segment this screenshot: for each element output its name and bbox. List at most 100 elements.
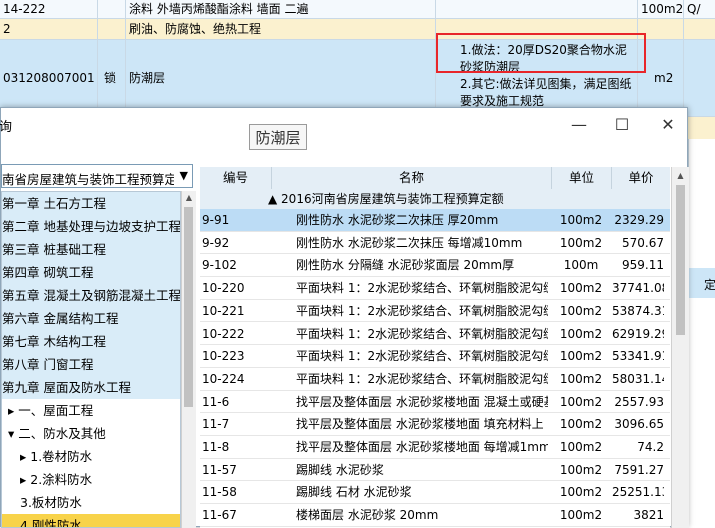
cell-code: 9-91 — [202, 213, 230, 227]
table-row[interactable]: 11-6 找平层及整体面层 水泥砂浆楼地面 混凝土或硬基 100m2 2557.93 — [200, 390, 670, 414]
bg-row-1-name: 涂料 外墙丙烯酸酯涂料 墙面 二遍 — [126, 0, 436, 18]
cell-unit: 100m2 — [559, 485, 603, 500]
cell-code: 10-220 — [202, 281, 245, 296]
cell-price: 37741.08 — [612, 281, 664, 296]
cell-name: 平面块料 1：2水泥砂浆结合、环氧树脂胶泥勾缝 — [296, 326, 548, 341]
cell-unit: 100m2 — [559, 326, 603, 341]
chapter-tree-scrollbar[interactable]: ▲ — [181, 191, 196, 528]
cell-name: 找平层及整体面层 水泥砂浆楼地面 混凝土或硬基 — [296, 394, 548, 409]
cell-code: 9-92 — [202, 235, 230, 250]
dialog-title: 询 — [0, 120, 13, 135]
header-price[interactable]: 单价 — [612, 167, 670, 189]
cell-name: 平面块料 1：2水泥砂浆结合、环氧树脂胶泥勾缝 — [296, 371, 548, 386]
cell-code: 11-58 — [202, 485, 237, 500]
cell-name: 踢脚线 水泥砂浆 — [296, 462, 384, 477]
cell-code: 10-224 — [202, 371, 245, 386]
table-row[interactable]: 10-221 平面块料 1：2水泥砂浆结合、环氧树脂胶泥勾缝 100m2 53874.… — [200, 299, 670, 323]
tree-item[interactable]: 4.刚性防水 — [2, 514, 180, 527]
bg-row-2-qty — [684, 19, 715, 39]
tree-item[interactable]: 第一章 土石方工程 — [2, 192, 180, 215]
table-row[interactable]: 10-220 平面块料 1：2水泥砂浆结合、环氧树脂胶泥勾缝 100m2 37741.… — [200, 277, 670, 300]
tree-item[interactable]: ▸ 1.卷材防水 — [2, 445, 180, 468]
cell-price: 74.2 — [637, 440, 664, 454]
tree-item[interactable]: 第二章 地基处理与边坡支护工程 — [2, 215, 180, 238]
quota-library-select[interactable]: 南省房屋建筑与装饰工程预算定额 ▼ — [1, 164, 193, 188]
table-row[interactable]: 9-92 刚性防水 水泥砂浆二次抹压 每增减10mm 100m2 570.67 — [200, 231, 670, 255]
table-row[interactable]: 9-91 刚性防水 水泥砂浆二次抹压 厚20mm 100m2 2329.29 — [200, 209, 670, 232]
scroll-up-icon[interactable]: ▲ — [672, 167, 689, 184]
bg-row-1-desc — [436, 0, 638, 18]
tree-item[interactable]: 3.板材防水 — [2, 491, 180, 514]
search-term-box[interactable]: 防潮层 — [249, 124, 307, 150]
cell-price: 2329.29 — [614, 213, 664, 227]
scroll-thumb[interactable] — [184, 207, 193, 407]
cell-name: 楼梯面层 水泥砂浆 20mm — [296, 508, 439, 523]
cell-name: 平面块料 1：2水泥砂浆结合、环氧树脂胶泥勾缝 — [296, 281, 548, 296]
table-row[interactable]: 11-7 找平层及整体面层 水泥砂浆楼地面 填充材料上 20 100m2 3096.6… — [200, 413, 670, 436]
bg-row-2-name: 刷油、防腐蚀、绝热工程 — [126, 19, 436, 39]
quota-table: 编号 名称 单位 单价 ▲ 2016河南省房屋建筑与装饰工程预算定额 9-91 刚… — [200, 167, 689, 528]
bg-row-1-code: 14-222 — [0, 0, 98, 18]
bg-right-label: 定 — [704, 278, 715, 292]
minimize-icon[interactable]: — — [559, 112, 599, 138]
dialog-titlebar[interactable]: 询 — ☐ ✕ — [0, 108, 688, 142]
bg-row-3-qty — [684, 40, 715, 116]
table-row[interactable]: 11-8 找平层及整体面层 水泥砂浆楼地面 每增减1mm 100m2 74.2 — [200, 436, 670, 459]
table-row[interactable]: 11-58 踢脚线 石材 水泥砂浆 100m2 25251.13 — [200, 481, 670, 505]
cell-price: 25251.13 — [612, 485, 664, 500]
tree-item[interactable]: 第八章 门窗工程 — [2, 353, 180, 376]
cell-name: 刚性防水 分隔缝 水泥砂浆面层 20mm厚 — [296, 258, 515, 273]
scroll-up-icon[interactable]: ▲ — [182, 191, 196, 205]
table-scrollbar[interactable]: ▲ — [671, 167, 689, 528]
bg-row-1[interactable]: 14-222 涂料 外墙丙烯酸酯涂料 墙面 二遍 100m2 Q/ — [0, 0, 715, 19]
chevron-down-icon[interactable]: ▼ — [180, 169, 188, 182]
bg-row-2-code: 2 — [0, 19, 98, 39]
header-code[interactable]: 编号 — [200, 167, 272, 189]
tree-item[interactable]: ▾ 二、防水及其他 — [2, 422, 180, 445]
cell-price: 3821 — [633, 508, 664, 523]
table-row[interactable]: 9-102 刚性防水 分隔缝 水泥砂浆面层 20mm厚 100m 959.11 — [200, 254, 670, 278]
cell-unit: 100m2 — [559, 417, 603, 432]
highlight-box — [436, 33, 646, 73]
header-name[interactable]: 名称 — [272, 167, 552, 189]
cell-price: 62919.29 — [612, 326, 664, 341]
cell-code: 9-102 — [202, 258, 237, 273]
scroll-thumb[interactable] — [676, 185, 685, 335]
cell-code: 10-222 — [202, 326, 245, 341]
table-row[interactable]: 11-57 踢脚线 水泥砂浆 100m2 7591.27 — [200, 458, 670, 482]
group-row[interactable]: ▲ 2016河南省房屋建筑与装饰工程预算定额 — [200, 189, 670, 209]
tree-item[interactable]: ▸ 2.涂料防水 — [2, 468, 180, 491]
cell-price: 3096.65 — [614, 417, 664, 432]
tree-item[interactable]: 第七章 木结构工程 — [2, 330, 180, 353]
bg-row-1-lock — [98, 0, 126, 18]
group-label: ▲ 2016河南省房屋建筑与装饰工程预算定额 — [268, 192, 504, 206]
cell-name: 踢脚线 石材 水泥砂浆 — [296, 485, 412, 500]
tree-item[interactable]: 第六章 金属结构工程 — [2, 307, 180, 330]
table-row[interactable]: 11-67 楼梯面层 水泥砂浆 20mm 100m2 3821 — [200, 504, 670, 527]
cell-price: 53874.31 — [612, 303, 664, 318]
header-unit[interactable]: 单位 — [552, 167, 612, 189]
cell-unit: 100m2 — [559, 440, 603, 454]
cell-code: 11-57 — [202, 462, 237, 477]
maximize-icon[interactable]: ☐ — [602, 112, 642, 138]
chapter-pane: 南省房屋建筑与装饰工程预算定额 ▼ 第一章 土石方工程 第二章 地基处理与边坡支护… — [1, 164, 197, 528]
cell-code: 11-7 — [202, 417, 230, 432]
cell-name: 刚性防水 水泥砂浆二次抹压 每增减10mm — [296, 235, 523, 250]
bg-right-strip — [688, 117, 715, 527]
cell-code: 11-67 — [202, 508, 237, 523]
cell-unit: 100m2 — [559, 394, 603, 409]
table-row[interactable]: 10-224 平面块料 1：2水泥砂浆结合、环氧树脂胶泥勾缝 100m2 58031.… — [200, 367, 670, 391]
cell-price: 2557.93 — [614, 394, 664, 409]
tree-item[interactable]: 第四章 砌筑工程 — [2, 261, 180, 284]
tree-item[interactable]: ▸ 一、屋面工程 — [2, 399, 180, 422]
tree-item[interactable]: 第九章 屋面及防水工程 — [2, 376, 180, 399]
bg-right-strip-yellow — [688, 117, 715, 139]
tree-item[interactable]: 第五章 混凝土及钢筋混凝土工程 — [2, 284, 180, 307]
table-row[interactable]: 10-222 平面块料 1：2水泥砂浆结合、环氧树脂胶泥勾缝 100m2 62919.… — [200, 322, 670, 346]
cell-price: 570.67 — [622, 235, 664, 250]
table-row[interactable]: 10-223 平面块料 1：2水泥砂浆结合、环氧树脂胶泥勾缝 100m2 53341.… — [200, 345, 670, 368]
tree-item[interactable]: 第三章 桩基础工程 — [2, 238, 180, 261]
cell-name: 找平层及整体面层 水泥砂浆楼地面 每增减1mm — [296, 440, 548, 454]
close-icon[interactable]: ✕ — [648, 112, 688, 138]
cell-code: 11-8 — [202, 440, 230, 454]
